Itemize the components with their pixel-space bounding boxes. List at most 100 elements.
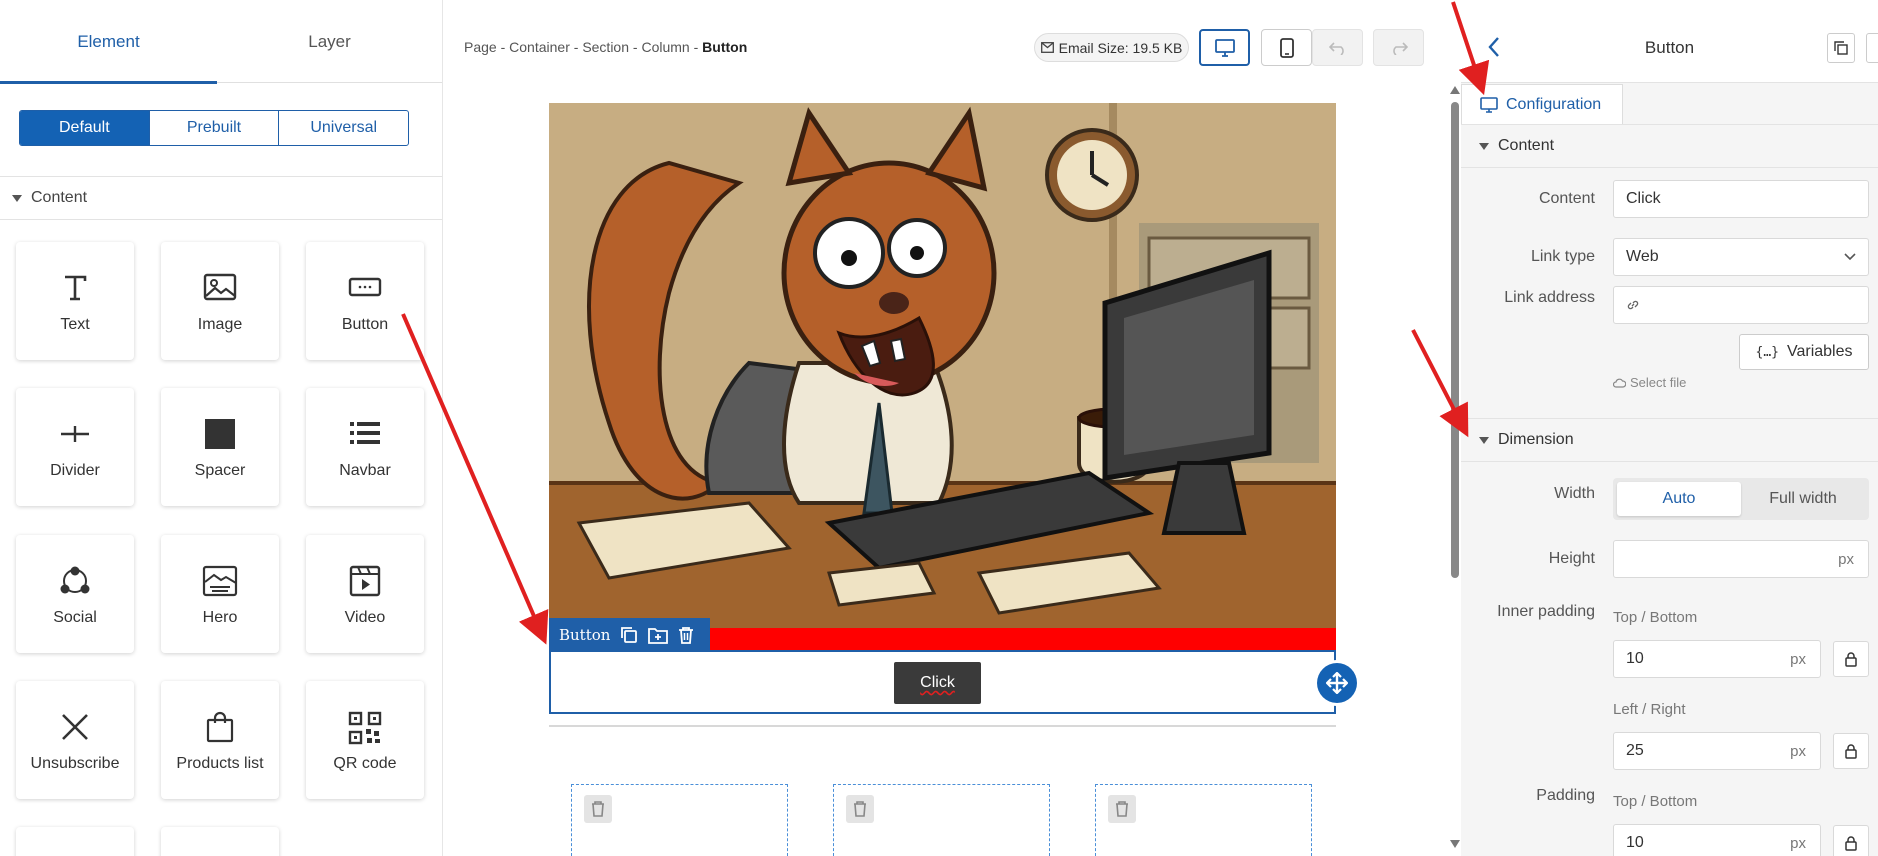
tile-video[interactable]: Video [306, 535, 424, 653]
tile-hero[interactable]: Hero [161, 535, 279, 653]
redo-button[interactable] [1373, 29, 1424, 66]
breadcrumb-item[interactable]: Page [464, 39, 497, 55]
tab-layer[interactable]: Layer [221, 0, 438, 83]
button-block[interactable]: Click [549, 650, 1336, 714]
height-input[interactable]: px [1613, 540, 1869, 578]
column-delete-button[interactable] [584, 795, 612, 823]
hero-image[interactable] [549, 103, 1336, 628]
hero-icon [161, 565, 279, 599]
inner-top-bottom-value: 10 [1626, 650, 1644, 667]
column-delete-button[interactable] [1108, 795, 1136, 823]
chevron-down-icon [1844, 253, 1856, 261]
link-address-input[interactable] [1613, 286, 1869, 324]
padding-top-bottom-input[interactable]: 10 px [1613, 824, 1821, 856]
column-delete-button[interactable] [846, 795, 874, 823]
section-title: Content [1498, 137, 1555, 154]
lock-button[interactable] [1833, 641, 1869, 677]
tile-label: Video [344, 609, 386, 626]
panel-tabs: Element Layer [0, 0, 442, 84]
block-toolbar: Button [549, 618, 710, 651]
breadcrumb: Page - Container - Section - Column - Bu… [464, 39, 747, 55]
squirrel-office-illustration [549, 103, 1336, 628]
empty-column[interactable] [571, 784, 788, 856]
inner-left-right-value: 25 [1626, 742, 1644, 759]
undo-icon [1328, 41, 1344, 55]
undo-button[interactable] [1312, 29, 1363, 66]
content-input[interactable]: Click [1613, 180, 1869, 218]
lock-button[interactable] [1833, 733, 1869, 769]
inner-padding-top-bottom-input[interactable]: 10 px [1613, 640, 1821, 678]
dimension-section-header[interactable]: Dimension [1461, 418, 1878, 462]
tile-text[interactable]: Text [16, 242, 134, 360]
top-bottom-label: Top / Bottom [1613, 793, 1698, 810]
trash-icon[interactable] [678, 626, 694, 644]
variables-label: Variables [1786, 343, 1853, 360]
tile-qr-code[interactable]: QR code [306, 681, 424, 799]
trash-icon [592, 801, 604, 817]
tile-image[interactable]: Image [161, 242, 279, 360]
tile-products-list[interactable]: Products list [161, 681, 279, 799]
tile-navbar[interactable]: Navbar [306, 388, 424, 506]
editor-canvas: Page - Container - Section - Column - Bu… [443, 0, 1460, 856]
select-file-link[interactable]: Select file [1613, 375, 1686, 390]
segment-universal[interactable]: Universal [279, 111, 408, 145]
duplicate-button[interactable] [1827, 33, 1855, 63]
email-size-badge: Email Size: 19.5 KB [1034, 33, 1189, 62]
button-icon [306, 272, 424, 306]
move-handle[interactable] [1317, 663, 1357, 703]
breadcrumb-item[interactable]: Section [582, 39, 629, 55]
tile-button[interactable]: Button [306, 242, 424, 360]
section-title: Dimension [1498, 431, 1574, 448]
top-bottom-label: Top / Bottom [1613, 609, 1698, 626]
section-divider [549, 725, 1336, 727]
video-icon [306, 565, 424, 599]
left-right-label: Left / Right [1613, 701, 1686, 718]
canvas-scrollbar[interactable] [1450, 0, 1460, 856]
link-type-select[interactable]: Web [1613, 238, 1869, 276]
unit-label: px [1838, 550, 1854, 568]
tile-partial[interactable] [16, 827, 134, 856]
breadcrumb-separator: - [632, 39, 638, 55]
desktop-view-button[interactable] [1199, 29, 1250, 66]
empty-column[interactable] [1095, 784, 1312, 856]
breadcrumb-separator: - [500, 39, 506, 55]
segment-prebuilt[interactable]: Prebuilt [150, 111, 280, 145]
close-x-icon [16, 711, 134, 745]
content-section-header[interactable]: Content [0, 176, 442, 220]
email-cta-button[interactable]: Click [894, 662, 981, 704]
more-button[interactable] [1866, 33, 1878, 63]
unit-label: px [1790, 742, 1806, 760]
lock-button[interactable] [1833, 825, 1869, 856]
breadcrumb-item[interactable]: Column [641, 39, 689, 55]
width-full-option[interactable]: Full width [1741, 482, 1865, 516]
padding-label: Padding [1536, 787, 1595, 804]
tab-configuration[interactable]: Configuration [1461, 84, 1623, 124]
variables-button[interactable]: {…} Variables [1739, 334, 1869, 370]
height-label: Height [1548, 550, 1595, 567]
inner-padding-left-right-input[interactable]: 25 px [1613, 732, 1821, 770]
tab-element[interactable]: Element [0, 0, 217, 84]
tile-divider[interactable]: Divider [16, 388, 134, 506]
breadcrumb-item[interactable]: Container [509, 39, 570, 55]
empty-column[interactable] [833, 784, 1050, 856]
breadcrumb-current: Button [702, 39, 748, 55]
save-to-folder-icon[interactable] [648, 626, 669, 644]
tile-label: Image [197, 316, 243, 333]
tile-partial[interactable] [161, 827, 279, 856]
tile-unsubscribe[interactable]: Unsubscribe [16, 681, 134, 799]
content-section-header[interactable]: Content [1461, 124, 1878, 168]
caret-down-icon [1479, 436, 1489, 444]
tile-social[interactable]: Social [16, 535, 134, 653]
link-icon [1627, 300, 1639, 310]
redo-icon [1392, 41, 1408, 55]
text-icon [16, 272, 134, 306]
tile-spacer[interactable]: Spacer [161, 388, 279, 506]
desktop-icon [1214, 38, 1235, 57]
cloud-icon [1613, 378, 1626, 388]
duplicate-icon[interactable] [620, 626, 638, 644]
width-auto-option[interactable]: Auto [1617, 482, 1741, 516]
mobile-view-button[interactable] [1261, 29, 1312, 66]
segment-default[interactable]: Default [20, 111, 150, 145]
tile-label: Spacer [194, 462, 246, 479]
braces-icon: {…} [1755, 344, 1779, 360]
